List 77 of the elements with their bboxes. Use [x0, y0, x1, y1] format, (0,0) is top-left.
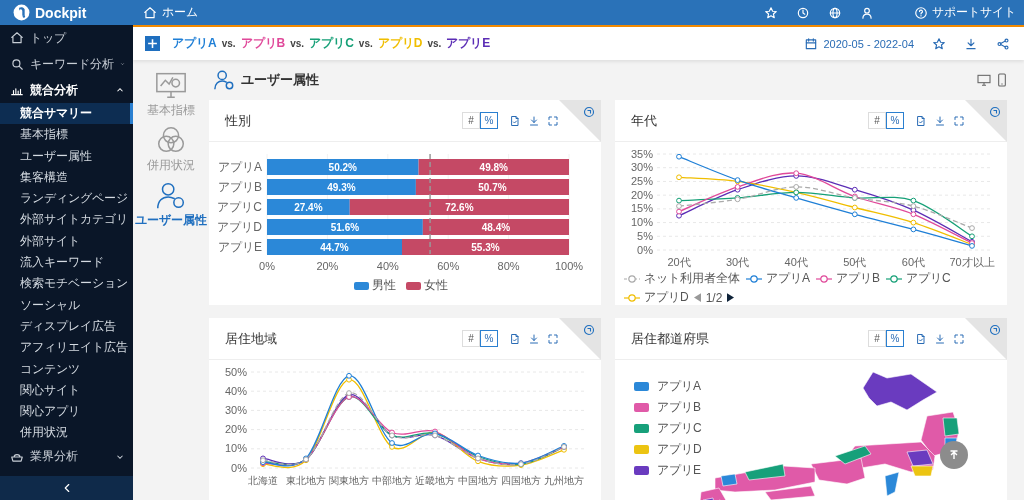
axis-label: 10% [224, 442, 247, 455]
axis-label: 関東地方 [329, 475, 369, 486]
section-title: ユーザー属性 [241, 71, 319, 89]
logo-text: Dockpit [35, 4, 87, 21]
card-title: 居住都道府県 [631, 329, 709, 348]
axis-label: 中国地方 [458, 475, 498, 486]
axis-label: 5% [637, 229, 653, 242]
app-name: アプリB [240, 35, 286, 52]
axis-label: 100% [554, 260, 584, 272]
axis-label: 50% [224, 365, 247, 378]
axis-label: 30代 [725, 256, 750, 268]
data-label: 44.7% [320, 242, 349, 253]
axis-label: 80% [497, 260, 520, 272]
axis-label: アプリB [218, 180, 262, 194]
data-label: 55.3% [471, 242, 500, 253]
vs-label: vs. [358, 38, 373, 49]
app-name: アプリD [377, 35, 423, 52]
vs-label: vs. [221, 38, 236, 49]
axis-label: 0% [637, 243, 653, 256]
vs-label: vs. [427, 38, 442, 49]
axis-label: 60代 [901, 256, 926, 268]
legend-label: アプリE [657, 462, 701, 479]
data-label: 72.6% [445, 202, 474, 213]
axis-label: 九州地方 [544, 475, 584, 486]
legend-label: アプリA [766, 270, 810, 287]
legend-label: アプリB [657, 399, 701, 416]
card-title: 年代 [631, 111, 657, 130]
data-label: 49.3% [327, 182, 356, 193]
legend-label: アプリC [906, 270, 951, 287]
axis-label: 近畿地方 [415, 475, 455, 486]
legend-label: ネット利用者全体 [644, 270, 740, 287]
page-indicator: 1/2 [705, 290, 723, 305]
axis-label: 中部地方 [372, 475, 412, 486]
data-label: 48.4% [481, 222, 511, 233]
legend-label: 男性 [372, 277, 396, 294]
legend-label: アプリC [657, 420, 702, 437]
axis-label: アプリE [218, 240, 262, 254]
axis-label: 0% [259, 260, 275, 272]
axis-label: 20% [224, 423, 247, 436]
axis-label: 40% [376, 260, 399, 272]
data-label: 50.2% [328, 162, 357, 173]
axis-label: 30% [224, 403, 247, 416]
vs-label: vs. [290, 38, 305, 49]
axis-label: 0% [231, 461, 247, 474]
axis-label: 東北地方 [286, 475, 326, 486]
axis-label: 四国地方 [501, 475, 541, 486]
app-name: アプリE [446, 35, 491, 52]
axis-label: 70才以上 [949, 256, 995, 268]
data-label: 27.4% [294, 202, 323, 213]
axis-label: アプリC [217, 200, 262, 214]
data-label: 49.8% [479, 162, 508, 173]
legend-label: アプリD [657, 441, 702, 458]
legend-label: 女性 [424, 277, 448, 294]
axis-label: アプリD [217, 220, 262, 234]
axis-label: アプリA [218, 160, 262, 174]
axis-label: 20% [630, 188, 653, 201]
axis-label: 35% [630, 147, 653, 160]
legend-label: アプリD [644, 289, 689, 306]
axis-label: 60% [437, 260, 460, 272]
card-title: 性別 [225, 111, 251, 130]
app-name: アプリA [172, 35, 217, 52]
legend-label: アプリB [836, 270, 881, 287]
axis-label: 北海道 [248, 475, 278, 486]
axis-label: 40% [224, 384, 247, 397]
axis-label: 15% [630, 202, 653, 215]
data-label: 51.6% [330, 222, 360, 233]
axis-label: 10% [630, 216, 653, 229]
axis-label: 20代 [667, 256, 691, 268]
app-name: アプリC [309, 35, 354, 52]
axis-label: 40代 [784, 256, 808, 268]
card-title: 居住地域 [225, 329, 277, 348]
axis-label: 20% [316, 260, 339, 272]
axis-label: 25% [630, 174, 653, 187]
axis-label: 30% [630, 161, 653, 174]
data-label: 50.7% [478, 182, 507, 193]
axis-label: 50代 [843, 256, 867, 268]
legend-label: アプリA [657, 378, 701, 395]
